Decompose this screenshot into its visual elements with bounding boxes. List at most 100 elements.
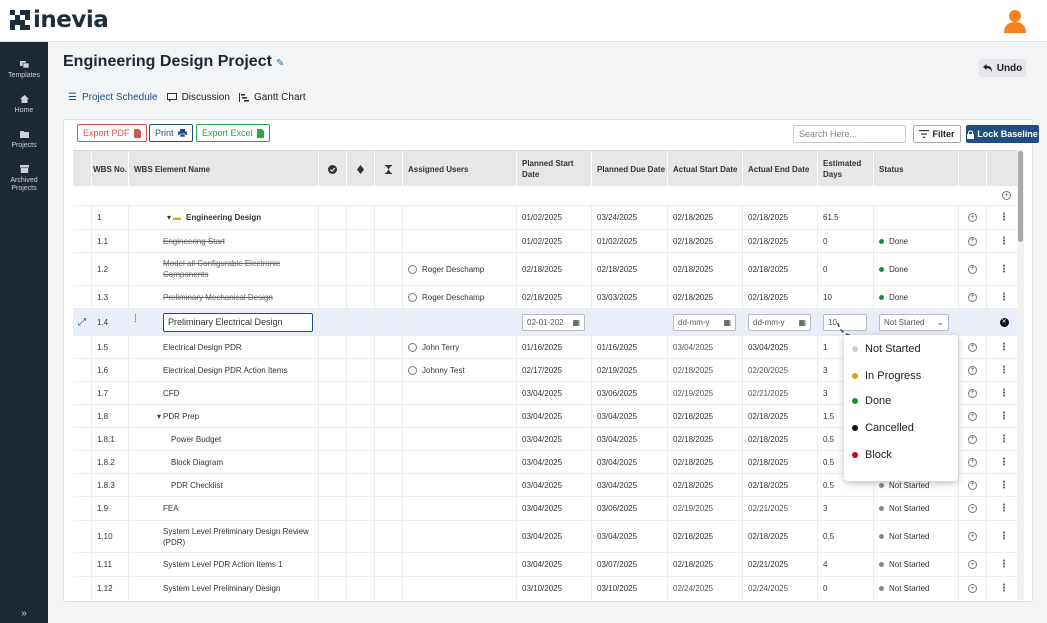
more-options-icon[interactable]: ⋮ [999, 236, 1009, 247]
export-pdf-button[interactable]: Export PDF [77, 124, 147, 142]
more-options-icon[interactable]: ⋮ [999, 559, 1009, 570]
tab-label: Gantt Chart [253, 92, 306, 103]
table-row[interactable]: 1 ▾ ▬ Engineering Design 01/02/2025 03/24/202… [73, 206, 1021, 230]
filter-button[interactable]: Filter [913, 125, 961, 143]
drag-handle-icon[interactable]: ⁞ [134, 314, 137, 325]
export-excel-button[interactable]: Export Excel [196, 124, 270, 142]
actual-end-date-input[interactable]: dd-mm-y ▦ [748, 313, 811, 331]
status-option-done[interactable]: Done [852, 395, 891, 407]
header-status[interactable]: Status [874, 151, 959, 187]
more-options-icon[interactable]: ⋮ [999, 411, 1009, 422]
print-button[interactable]: Print [149, 124, 193, 142]
more-options-icon[interactable]: ⋮ [999, 503, 1009, 514]
add-child-icon[interactable]: + [968, 434, 977, 444]
collapse-caret-icon[interactable]: ▾ [167, 212, 171, 223]
add-child-icon[interactable]: + [968, 504, 977, 513]
more-options-icon[interactable]: ⋮ [999, 365, 1009, 376]
table-row[interactable]: 1.9 FEA 03/04/2025 03/06/2025 02/19/2025 02/2… [73, 497, 1021, 521]
logo[interactable]: inevia [10, 9, 109, 32]
wbs-element-name-cell: Electrical Design PDR Action Items [129, 359, 319, 381]
date-value: 02/19/2025 [597, 365, 638, 375]
wbs-number-cell: 1.9 [92, 497, 129, 520]
header-actual-start[interactable]: Actual Start Date [668, 151, 743, 187]
user-avatar-icon[interactable] [1003, 8, 1027, 34]
wbs-name-input[interactable]: Preliminary Electrical Design [163, 313, 313, 332]
add-child-icon[interactable]: + [968, 411, 977, 421]
add-child-icon[interactable]: + [968, 236, 977, 246]
status-option-not-started[interactable]: Not Started [852, 343, 921, 355]
add-child-icon[interactable]: + [968, 457, 977, 467]
table-row[interactable]: 1.11 System Level PDR Action Items 1 03/04… [73, 553, 1021, 577]
status-option-block[interactable]: Block [852, 449, 892, 461]
more-options-icon[interactable]: ⋮ [999, 457, 1009, 468]
undo-button[interactable]: Undo [979, 59, 1026, 77]
more-options-icon[interactable]: ⋮ [999, 388, 1009, 399]
status-option-in-progress[interactable]: In Progress [852, 370, 921, 382]
actual-end-cell: 03/04/2025 [743, 336, 818, 358]
add-child-icon[interactable]: + [968, 365, 977, 375]
planned-start-date-input[interactable]: 02-01-202 ▦ [522, 313, 585, 331]
add-child-icon[interactable]: + [968, 342, 977, 352]
add-child-icon[interactable]: + [968, 584, 977, 593]
collapse-caret-icon[interactable]: ▾ [157, 411, 161, 422]
table-row[interactable]: 1.2 Model all Configurable Electronic Com… [73, 253, 1021, 286]
add-child-icon[interactable]: + [968, 292, 977, 302]
header-hourglass-icon[interactable] [375, 151, 403, 187]
wbs-element-name-cell: Block Diagram [129, 451, 319, 473]
more-options-icon[interactable]: ⋮ [999, 264, 1009, 275]
status-option-cancelled[interactable]: Cancelled [852, 422, 914, 434]
more-options-icon[interactable]: ⋮ [999, 434, 1009, 445]
sidebar-item-templates[interactable]: Templates [0, 60, 48, 80]
header-milestone-icon[interactable] [347, 151, 375, 187]
header-wbs-no[interactable]: WBS No. [92, 151, 129, 187]
more-options-icon[interactable]: ⋮ [999, 531, 1009, 542]
table-row[interactable]: 1.3 Preliminary Mechanical Design Roger De… [73, 286, 1021, 309]
table-row[interactable]: 1.12 System Level Preliminary Design 03/10… [73, 577, 1021, 600]
more-options-icon[interactable]: ⋮ [999, 583, 1009, 594]
status-select[interactable]: Not Started ⌄ [879, 313, 949, 331]
row-expand-cell [73, 382, 92, 404]
calendar-icon[interactable]: ▦ [798, 317, 806, 328]
add-child-icon[interactable]: + [968, 480, 977, 490]
milestone-cell [347, 336, 375, 358]
table-scrollbar-thumb[interactable] [1018, 151, 1023, 242]
lock-baseline-button[interactable]: Lock Baseline [966, 125, 1039, 143]
tab-project-schedule[interactable]: ☰ Project Schedule [68, 92, 158, 103]
actual-start-date-input[interactable]: dd-mm-y ▦ [673, 313, 736, 331]
edit-icon[interactable]: ✎ [276, 58, 284, 69]
table-row[interactable]: 1.10 System Level Preliminary Design Revi… [73, 521, 1021, 553]
add-child-icon[interactable]: + [968, 264, 977, 274]
header-wbs-element-name[interactable]: WBS Element Name [129, 151, 319, 187]
tab-gantt-chart[interactable]: Gantt Chart [238, 92, 306, 103]
add-child-icon[interactable]: + [968, 560, 977, 569]
more-options-icon[interactable]: ⋮ [999, 342, 1009, 353]
add-child-icon[interactable]: + [968, 532, 977, 541]
calendar-icon[interactable]: ▦ [572, 317, 580, 328]
header-check-icon[interactable] [319, 151, 347, 187]
table-row-editing[interactable]: ⤢ 1.4 ⁞ Preliminary Electrical Design 02-01-… [73, 309, 1021, 336]
search-input[interactable]: Search Here... [793, 125, 906, 143]
header-planned-due[interactable]: Planned Due Date [592, 151, 668, 187]
header-planned-start[interactable]: Planned Start Date [517, 151, 592, 187]
close-edit-icon[interactable]: ✕ [999, 317, 1009, 327]
sidebar-collapse-icon[interactable]: » [0, 608, 48, 619]
header-assigned-users[interactable]: Assigned Users [403, 151, 517, 187]
sidebar-item-projects[interactable]: Projects [0, 130, 48, 150]
more-options-icon[interactable]: ⋮ [999, 480, 1009, 491]
add-child-icon[interactable]: + [968, 388, 977, 398]
sidebar-item-home[interactable]: Home [0, 95, 48, 115]
tab-discussion[interactable]: Discussion [166, 92, 230, 103]
expand-icon[interactable]: ⤢ [78, 317, 86, 328]
status-dot-icon [879, 266, 884, 272]
sidebar-item-archived-projects[interactable]: Archived Projects [0, 165, 48, 193]
header-actual-end[interactable]: Actual End Date [743, 151, 818, 187]
add-child-icon[interactable]: + [968, 213, 977, 222]
more-options-icon[interactable]: ⋮ [999, 292, 1009, 303]
add-child-cell: + [959, 428, 987, 450]
header-estimated-days[interactable]: Estimated Days [818, 151, 874, 187]
table-row[interactable]: 1.1 Engineering Start 01/02/2025 01/02/2025… [73, 230, 1021, 253]
date-value: 02/18/2025 [597, 264, 638, 274]
more-options-icon[interactable]: ⋮ [999, 212, 1009, 223]
calendar-icon[interactable]: ▦ [723, 317, 731, 328]
planned-start-cell: 03/04/2025 [517, 428, 592, 450]
